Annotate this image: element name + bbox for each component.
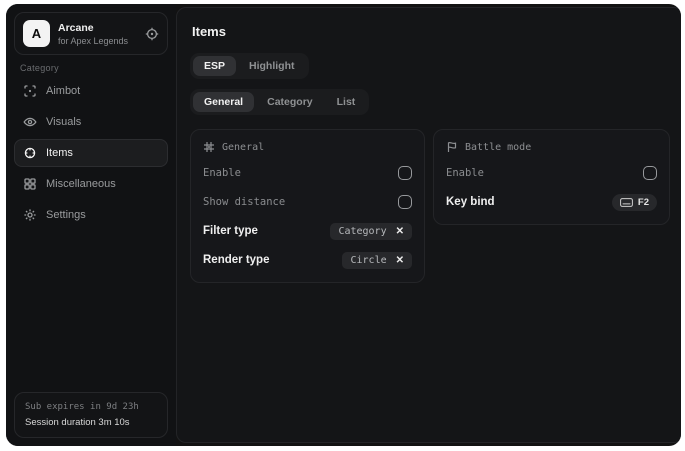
clear-icon[interactable]: ✕ bbox=[396, 226, 404, 237]
sidebar-item-label: Aimbot bbox=[46, 85, 80, 97]
app-window: A Arcane for Apex Legends Category bbox=[6, 4, 681, 446]
target-icon bbox=[23, 146, 37, 160]
sidebar-item-items[interactable]: Items bbox=[14, 139, 168, 167]
crosshair-icon bbox=[23, 84, 37, 98]
app-logo: A bbox=[23, 20, 50, 47]
scope-icon[interactable] bbox=[145, 27, 159, 41]
sidebar-item-aimbot[interactable]: Aimbot bbox=[14, 77, 168, 105]
filter-type-select[interactable]: Category ✕ bbox=[330, 223, 412, 240]
sidebar: A Arcane for Apex Legends Category bbox=[6, 4, 176, 446]
mode-tabs: ESP Highlight bbox=[190, 53, 309, 79]
eye-icon bbox=[23, 115, 37, 129]
flag-icon bbox=[446, 141, 458, 153]
tab-highlight[interactable]: Highlight bbox=[238, 56, 306, 76]
scan-icon bbox=[203, 141, 215, 153]
sidebar-item-label: Miscellaneous bbox=[46, 178, 116, 190]
setting-row-key-bind: Key bind F2 bbox=[446, 193, 657, 211]
battle-panel-title: Battle mode bbox=[465, 142, 531, 153]
general-panel: General Enable Show distance Filter type… bbox=[190, 129, 425, 283]
sidebar-item-label: Visuals bbox=[46, 116, 81, 128]
app-name: Arcane bbox=[58, 22, 137, 34]
setting-label: Filter type bbox=[203, 225, 258, 237]
sidebar-item-label: Items bbox=[46, 147, 73, 159]
tab-general[interactable]: General bbox=[193, 92, 254, 112]
setting-label: Show distance bbox=[203, 196, 285, 208]
filter-type-value: Category bbox=[338, 226, 386, 237]
panels: General Enable Show distance Filter type… bbox=[190, 129, 670, 283]
tab-esp[interactable]: ESP bbox=[193, 56, 236, 76]
page-title: Items bbox=[192, 24, 670, 39]
subscription-info: Sub expires in 9d 23h Session duration 3… bbox=[14, 392, 168, 438]
battle-mode-panel: Battle mode Enable Key bind bbox=[433, 129, 670, 225]
render-type-select[interactable]: Circle ✕ bbox=[342, 252, 412, 269]
sidebar-section-label: Category bbox=[20, 63, 176, 73]
general-panel-header: General bbox=[203, 141, 412, 153]
key-bind-value: F2 bbox=[638, 197, 649, 208]
enable-checkbox[interactable] bbox=[398, 166, 412, 180]
setting-row-enable: Enable bbox=[203, 164, 412, 182]
tab-category[interactable]: Category bbox=[256, 92, 324, 112]
sidebar-item-label: Settings bbox=[46, 209, 86, 221]
setting-row-filter-type: Filter type Category ✕ bbox=[203, 222, 412, 240]
battle-panel-header: Battle mode bbox=[446, 141, 657, 153]
setting-label: Render type bbox=[203, 254, 269, 266]
show-distance-checkbox[interactable] bbox=[398, 195, 412, 209]
clear-icon[interactable]: ✕ bbox=[396, 255, 404, 266]
key-bind-button[interactable]: F2 bbox=[612, 194, 657, 211]
gear-icon bbox=[23, 208, 37, 222]
tab-list[interactable]: List bbox=[326, 92, 367, 112]
sidebar-item-miscellaneous[interactable]: Miscellaneous bbox=[14, 170, 168, 198]
app-header: A Arcane for Apex Legends bbox=[14, 12, 168, 55]
sidebar-item-settings[interactable]: Settings bbox=[14, 201, 168, 229]
session-duration-text: Session duration 3m 10s bbox=[25, 417, 157, 428]
view-tabs: General Category List bbox=[190, 89, 369, 115]
setting-label: Key bind bbox=[446, 196, 495, 208]
render-type-value: Circle bbox=[350, 255, 386, 266]
setting-label: Enable bbox=[203, 167, 241, 179]
setting-row-show-distance: Show distance bbox=[203, 193, 412, 211]
setting-label: Enable bbox=[446, 167, 484, 179]
setting-row-battle-enable: Enable bbox=[446, 164, 657, 182]
sub-expires-text: Sub expires in 9d 23h bbox=[25, 402, 157, 412]
setting-row-render-type: Render type Circle ✕ bbox=[203, 251, 412, 269]
sidebar-item-visuals[interactable]: Visuals bbox=[14, 108, 168, 136]
keyboard-icon bbox=[620, 198, 633, 207]
app-subtitle: for Apex Legends bbox=[58, 36, 137, 46]
main-content: Items ESP Highlight General Category Lis… bbox=[176, 7, 681, 443]
app-title-block: Arcane for Apex Legends bbox=[58, 22, 137, 46]
battle-enable-checkbox[interactable] bbox=[643, 166, 657, 180]
sidebar-nav: Aimbot Visuals Items bbox=[6, 77, 176, 229]
general-panel-title: General bbox=[222, 142, 264, 153]
grid-icon bbox=[23, 177, 37, 191]
